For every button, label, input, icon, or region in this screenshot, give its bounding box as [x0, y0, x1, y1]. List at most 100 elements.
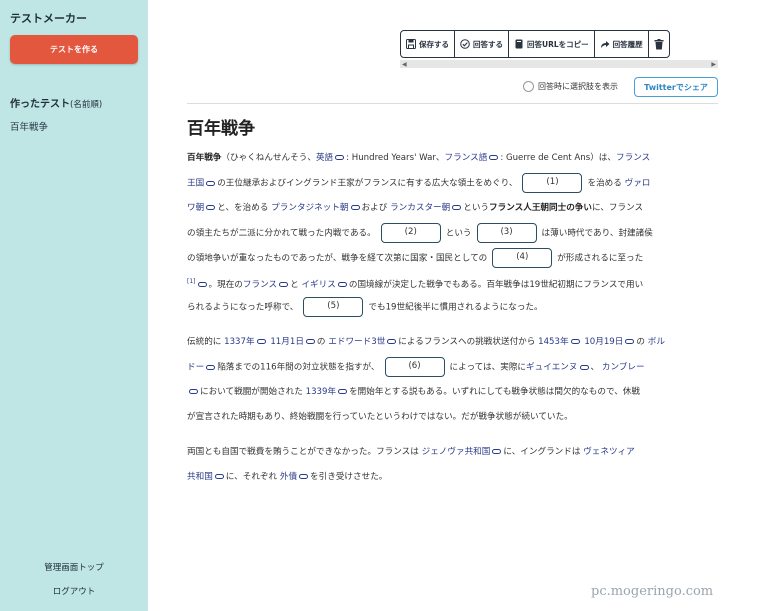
show-choices-radio[interactable] [523, 81, 534, 92]
blank-input[interactable]: (6) [384, 357, 445, 377]
link-icon[interactable] [279, 281, 289, 287]
create-test-button[interactable]: テストを作る [10, 35, 138, 64]
link[interactable]: ギュイエンヌ [526, 363, 577, 373]
toolbar-scrollbar[interactable]: ◀ ▶ [400, 60, 718, 68]
save-button[interactable]: 保存する [401, 31, 455, 57]
answer-button[interactable]: 回答する [455, 31, 509, 57]
link[interactable]: ヴァロ [625, 179, 651, 189]
link-icon[interactable] [299, 474, 309, 479]
text: でも19世紀後半に慣用されるようになった。 [368, 302, 543, 313]
scroll-right-icon[interactable]: ▶ [711, 61, 716, 68]
link[interactable]: 外債 [280, 472, 297, 482]
text: という [445, 228, 472, 239]
link[interactable]: 1337年 [224, 337, 254, 347]
link[interactable]: 1339年 [306, 387, 336, 397]
trash-icon [654, 38, 664, 49]
link[interactable]: ランカスター朝 [390, 203, 450, 213]
link-icon[interactable] [387, 339, 397, 344]
text: フランス人王朝同士の争い [489, 203, 592, 213]
show-choices-option[interactable]: 回答時に選択肢を表示 [523, 81, 618, 92]
blank-input[interactable]: (5) [303, 297, 364, 317]
link-icon[interactable] [189, 389, 198, 394]
link[interactable]: プランタジネット朝 [271, 203, 348, 213]
scroll-left-icon[interactable]: ◀ [402, 61, 407, 68]
text: 。現在の [208, 279, 243, 290]
link-icon[interactable] [214, 474, 224, 479]
link[interactable]: 共和国 [187, 472, 213, 482]
admin-top-link[interactable]: 管理画面トップ [0, 561, 148, 573]
link-icon[interactable] [570, 339, 580, 344]
text: を開始年とする説もある。いずれにしても戦争状態は間欠的なもので、休戦 [349, 387, 640, 397]
paragraph-line: 両国とも自国で戦費を賄うことができなかった。フランスは ジェノヴァ共和国 に、イン… [187, 442, 635, 462]
link-icon[interactable] [256, 339, 266, 344]
answer-history-button[interactable]: 回答履歴 [595, 31, 649, 57]
link[interactable]: ジェノヴァ共和国 [422, 447, 491, 457]
footnote-link[interactable]: [1] [187, 278, 196, 285]
copy-answer-url-button[interactable]: 回答URLをコピー [509, 31, 595, 57]
delete-button[interactable] [649, 31, 669, 57]
link-icon[interactable] [579, 364, 589, 370]
text: によるフランスへの挑戦状送付から [398, 337, 536, 347]
link-icon[interactable] [337, 281, 347, 287]
text: が形成されるに至った [557, 253, 644, 264]
blank-input[interactable]: (3) [476, 223, 537, 243]
link-icon[interactable] [492, 449, 502, 454]
link-icon[interactable] [452, 205, 462, 210]
blank-input[interactable]: (1) [522, 173, 583, 193]
text: の国境線が決定した戦争でもある。百年戦争は19世紀初期にフランスで用い [348, 279, 644, 290]
link-icon[interactable] [625, 339, 635, 344]
text: に、それぞれ [225, 472, 278, 482]
link[interactable]: フランス語 [445, 153, 488, 163]
logout-link[interactable]: ログアウト [0, 585, 148, 597]
text: は薄い時代であり、封建諸侯 [541, 228, 653, 239]
link-icon[interactable] [206, 180, 216, 186]
text: 、 [590, 362, 600, 373]
link[interactable]: 11月1日 [270, 337, 304, 347]
text: 陥落までの116年間の対立状態を指すが、 [217, 362, 380, 373]
paragraph-line: の領主たちが二派に分かれて戦った内戦である。 (2) という (3) は薄い時代であり、… [187, 223, 653, 243]
text: と、を治める [217, 203, 269, 213]
paragraph-line: ワ朝 と、を治める プランタジネット朝 および ランカスター朝 というフランス人王朝同… [187, 198, 643, 218]
divider [187, 103, 718, 104]
text: 両国とも自国で戦費を賄うことができなかった。フランスは [187, 447, 419, 457]
paragraph-line: ドー 陥落までの116年間の対立状態を指すが、 (6) によっては、実際にギュイエンヌ… [187, 357, 645, 377]
link[interactable]: 1453年 [538, 337, 568, 347]
link[interactable]: ドー [187, 363, 204, 373]
paragraph-line: において戦闘が開始された 1339年 を開始年とする説もある。いずれにしても戦争状… [187, 382, 640, 402]
link[interactable]: フランス [243, 280, 277, 290]
twitter-share-button[interactable]: Twitterでシェア [634, 77, 718, 97]
text: の領地争いが重なったものであったが、戦争を経て次第に国家・国民としての [187, 253, 488, 264]
blank-input[interactable]: (2) [380, 223, 441, 243]
link[interactable]: ヴェネツィア [583, 447, 635, 457]
link-icon[interactable] [350, 205, 360, 210]
text: （ひゃくねんせんそう、 [221, 153, 316, 163]
answer-label: 回答する [473, 39, 503, 49]
link[interactable]: エドワード3世 [328, 337, 385, 347]
link-icon[interactable] [338, 389, 348, 394]
app-title: テストメーカー [10, 12, 87, 25]
link-icon[interactable] [335, 155, 345, 160]
made-tests-heading: 作ったテスト(名前順) [10, 95, 102, 110]
share-icon [600, 39, 610, 49]
text: に、イングランドは [503, 447, 581, 457]
save-icon [406, 39, 416, 49]
blank-input[interactable]: (4) [492, 248, 553, 268]
sidebar-item-test[interactable]: 百年戦争 [10, 119, 48, 133]
link[interactable]: カンブレー [602, 363, 645, 373]
link[interactable]: ボル [648, 337, 665, 347]
text: および [361, 203, 388, 213]
link-icon[interactable] [206, 364, 216, 370]
text: において戦闘が開始された [200, 387, 303, 397]
link-icon[interactable] [197, 281, 207, 287]
link[interactable]: 王国 [187, 179, 204, 189]
text: が宣言された時期もあり、終始戦闘を行っていたというわけではない。だが戦争状態が続… [187, 412, 573, 422]
link[interactable]: 英語 [316, 153, 333, 163]
link-icon[interactable] [489, 155, 499, 160]
link[interactable]: ワ朝 [187, 203, 204, 213]
link[interactable]: 10月19日 [584, 337, 623, 347]
link-icon[interactable] [206, 205, 216, 210]
paragraph-line: 百年戦争（ひゃくねんせんそう、英語: Hundred Years' War、フラ… [187, 148, 650, 168]
link-icon[interactable] [305, 339, 315, 344]
link[interactable]: フランス [616, 153, 650, 163]
link[interactable]: イギリス [301, 280, 335, 290]
